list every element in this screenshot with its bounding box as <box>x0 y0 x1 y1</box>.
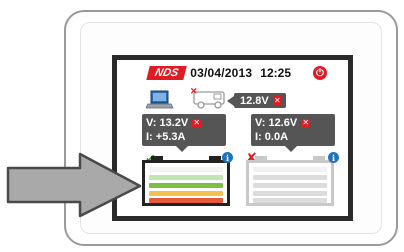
brand-logo: NDS <box>146 66 187 80</box>
svg-text:✕: ✕ <box>190 86 198 96</box>
charge-bar <box>149 198 223 203</box>
battery-2-voltage: V: 12.6V <box>255 117 298 129</box>
info-icon[interactable]: i <box>328 152 339 163</box>
date-display: 03/04/2013 <box>190 66 253 80</box>
info-icon[interactable]: i <box>222 152 233 163</box>
arrow-pointer-icon <box>6 152 142 218</box>
charge-bar <box>149 183 223 188</box>
error-badge-icon: ✕ <box>192 118 202 128</box>
laptop-icon <box>146 90 174 109</box>
charge-bar <box>149 167 223 172</box>
vehicle-voltage-value: 12.8V <box>240 94 269 107</box>
vehicle-voltage-readout: 12.8V ✕ <box>227 93 286 108</box>
status-header: NDS 03/04/2013 12:25 <box>146 66 291 80</box>
van-icon: ✕ <box>190 86 225 109</box>
battery-terminal <box>255 156 267 161</box>
error-badge-icon: ✕ <box>272 95 282 105</box>
charge-bar <box>149 175 223 180</box>
battery-1-readout: V: 13.2V ✕ I: +5.3A <box>142 114 226 152</box>
battery-2-readout: V: 12.6V ✕ I: 0.0A <box>251 114 335 152</box>
battery-terminal <box>209 156 221 161</box>
battery-1-current: I: +5.3A <box>146 131 186 143</box>
power-icon[interactable]: ⏻ <box>313 66 327 80</box>
charge-bar <box>253 167 327 172</box>
battery-terminal <box>313 156 325 161</box>
battery-terminal <box>151 156 163 161</box>
battery-1-voltage: V: 13.2V <box>146 117 189 129</box>
battery-2[interactable] <box>246 156 334 206</box>
charge-bar <box>253 183 327 188</box>
charge-bar <box>149 191 223 196</box>
time-display: 12:25 <box>260 66 291 80</box>
battery-1[interactable] <box>142 156 230 206</box>
charge-bar <box>253 175 327 180</box>
error-badge-icon: ✕ <box>301 118 311 128</box>
charge-bar <box>253 198 327 203</box>
charge-bar <box>253 191 327 196</box>
battery-2-current: I: 0.0A <box>255 131 289 143</box>
